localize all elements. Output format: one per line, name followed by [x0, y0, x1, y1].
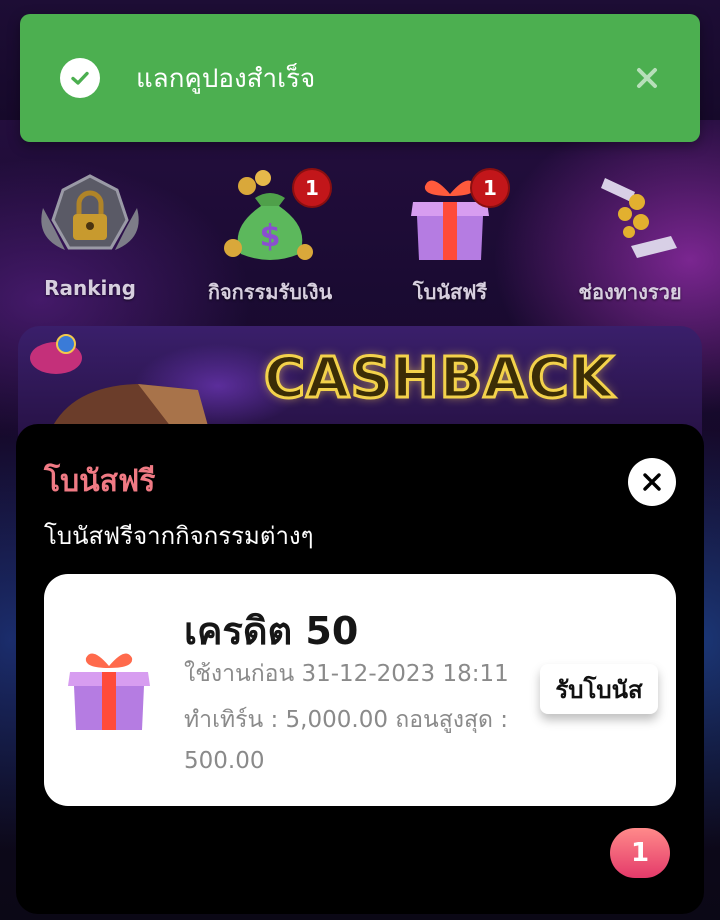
- free-bonus-sheet: โบนัสฟรี โบนัสฟรีจากกิจกรรมต่างๆ เครดิต …: [16, 424, 704, 914]
- sheet-close-button[interactable]: [628, 458, 676, 506]
- category-rich-channel[interactable]: ช่องทางรวย: [550, 160, 710, 310]
- lock-ranking-icon: [41, 174, 139, 250]
- category-ranking[interactable]: Ranking: [10, 160, 170, 310]
- turnover-text: ทำเทิร์น : 5,000.00 ถอนสูงสุด :: [184, 707, 509, 733]
- credit-amount: เครดิต 50: [184, 609, 359, 653]
- check-circle-icon: [60, 58, 100, 98]
- coins-hand-icon: [601, 178, 677, 258]
- category-label: กิจกรรมรับเงิน: [207, 280, 333, 304]
- bonus-card: เครดิต 50 ใช้งานก่อน 31-12-2023 18:11 ทำ…: [44, 574, 676, 806]
- sheet-title: โบนัสฟรี: [44, 464, 156, 499]
- category-row: Ranking $ 1 กิจกรรมรับเงิน 1 โบนัสฟรี ช่…: [0, 160, 720, 310]
- max-withdraw-value: 500.00: [184, 748, 265, 774]
- category-label: โบนัสฟรี: [412, 280, 488, 304]
- category-label: Ranking: [44, 276, 136, 300]
- page-indicator-badge[interactable]: 1: [610, 828, 670, 878]
- category-free-bonus[interactable]: 1 โบนัสฟรี: [370, 160, 530, 310]
- svg-text:$: $: [260, 219, 281, 254]
- close-icon: [643, 473, 661, 491]
- banner-title: CASHBACK: [262, 345, 615, 413]
- notification-badge: 1: [470, 168, 510, 208]
- expiry-text: ใช้งานก่อน 31-12-2023 18:11: [184, 661, 509, 687]
- toast-close-icon[interactable]: [634, 65, 660, 91]
- success-toast: แลกคูปองสำเร็จ: [20, 14, 700, 142]
- category-label: ช่องทางรวย: [578, 280, 682, 304]
- category-money-activity[interactable]: $ 1 กิจกรรมรับเงิน: [190, 160, 350, 310]
- sheet-subtitle: โบนัสฟรีจากกิจกรรมต่างๆ: [44, 522, 314, 550]
- cashback-banner[interactable]: CASHBACK: [18, 326, 702, 436]
- notification-badge: 1: [292, 168, 332, 208]
- claim-bonus-button[interactable]: รับโบนัส: [540, 664, 658, 714]
- gift-box-icon: [68, 653, 150, 730]
- toast-message: แลกคูปองสำเร็จ: [136, 63, 316, 94]
